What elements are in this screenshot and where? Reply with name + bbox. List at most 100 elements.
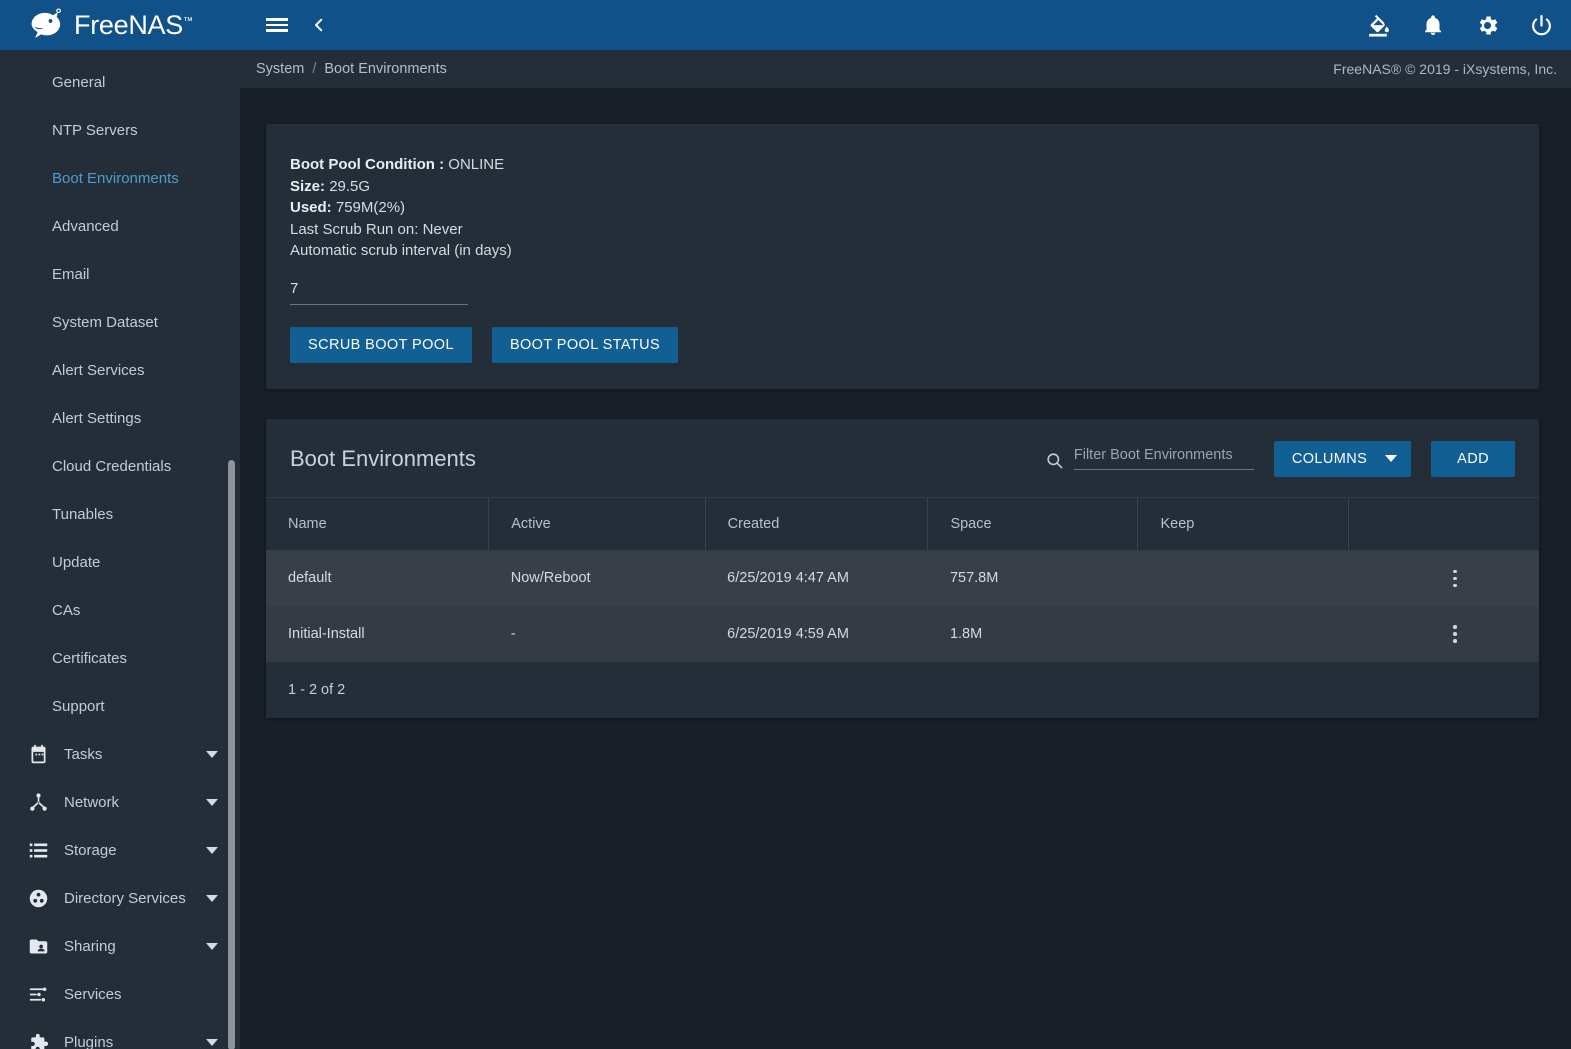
sidebar-scrollbar[interactable] <box>228 460 235 1049</box>
sidebar-item-tunables[interactable]: Tunables <box>0 490 240 538</box>
boot-pool-used-label: Used: <box>290 199 332 216</box>
cell-space: 757.8M <box>927 550 1138 606</box>
shared-folder-icon <box>26 934 50 958</box>
table-row[interactable]: Initial-Install - 6/25/2019 4:59 AM 1.8M <box>266 606 1539 662</box>
sidebar-item-cas[interactable]: CAs <box>0 586 240 634</box>
sidebar-item-alert-settings[interactable]: Alert Settings <box>0 394 240 442</box>
column-header-active[interactable]: Active <box>488 496 706 551</box>
more-vert-icon[interactable] <box>1444 569 1466 587</box>
sidebar-item-label: Advanced <box>52 217 119 235</box>
sidebar-item-label: Directory Services <box>64 889 186 907</box>
sidebar-item-general[interactable]: General <box>0 58 240 106</box>
sidebar-item-alert-services[interactable]: Alert Services <box>0 346 240 394</box>
body-row: General NTP Servers Boot Environments Ad… <box>0 50 1571 1049</box>
chevron-left-icon[interactable] <box>302 8 336 42</box>
sidebar-item-ntp-servers[interactable]: NTP Servers <box>0 106 240 154</box>
chevron-down-icon[interactable] <box>206 750 218 758</box>
chevron-down-icon[interactable] <box>206 894 218 902</box>
trademark-mark: ™ <box>182 15 193 27</box>
column-header-created[interactable]: Created <box>704 496 928 551</box>
sidebar-item-label: Alert Settings <box>52 409 142 427</box>
search-icon[interactable] <box>1045 451 1064 470</box>
boot-pool-last-scrub: Last Scrub Run on: Never <box>290 220 463 238</box>
hamburger-menu-icon[interactable] <box>260 8 294 42</box>
sidebar-item-label: General <box>52 73 106 91</box>
chevron-down-icon[interactable] <box>206 942 218 950</box>
breadcrumb-root[interactable]: System <box>256 61 304 77</box>
chevron-down-icon[interactable] <box>206 846 218 854</box>
sidebar-item-directory-services[interactable]: Directory Services <box>0 874 240 922</box>
sidebar-item-storage[interactable]: Storage <box>0 826 240 874</box>
power-icon[interactable] <box>1527 11 1555 39</box>
sidebar-item-label: Cloud Credentials <box>52 457 172 475</box>
theme-paint-bucket-icon[interactable] <box>1365 11 1393 39</box>
sidebar-item-label: Support <box>52 697 105 715</box>
sidebar-item-label: Update <box>52 553 101 571</box>
scroll-area: Boot Pool Condition : ONLINE Size: 29.5G… <box>240 88 1571 1049</box>
scrub-interval-input[interactable] <box>290 277 468 305</box>
boot-pool-condition: Boot Pool Condition : ONLINE <box>290 154 1515 176</box>
sidebar-item-label: Tunables <box>52 505 114 523</box>
chevron-down-icon[interactable] <box>206 798 218 806</box>
cell-keep <box>1137 606 1348 662</box>
sidebar-item-network[interactable]: Network <box>0 778 240 826</box>
sliders-icon <box>26 982 50 1006</box>
brand-logo-zone[interactable]: FreeNAS™ <box>0 0 240 50</box>
columns-button[interactable]: COLUMNS <box>1273 440 1412 477</box>
column-header-name[interactable]: Name <box>266 496 489 551</box>
boot-pool-condition-label: Boot Pool Condition : <box>290 156 445 173</box>
breadcrumb: System / Boot Environments FreeNAS® © 20… <box>240 50 1571 88</box>
cell-name: default <box>266 550 489 606</box>
column-header-space[interactable]: Space <box>927 496 1138 551</box>
sidebar-item-system-dataset[interactable]: System Dataset <box>0 298 240 346</box>
top-bar-main <box>240 0 1571 50</box>
sidebar-item-advanced[interactable]: Advanced <box>0 202 240 250</box>
sidebar-item-label: Alert Services <box>52 361 145 379</box>
sidebar-item-label: Tasks <box>64 745 103 763</box>
cell-created: 6/25/2019 4:47 AM <box>705 550 928 606</box>
cell-space: 1.8M <box>927 606 1138 662</box>
cell-active: Now/Reboot <box>488 550 706 606</box>
table-toolbar: Boot Environments COLUMNS ADD <box>266 419 1539 497</box>
freenas-fish-logo <box>26 7 66 43</box>
cell-created: 6/25/2019 4:59 AM <box>705 606 928 662</box>
chevron-down-icon <box>1385 455 1398 462</box>
storage-list-icon <box>26 838 50 862</box>
sidebar-item-services[interactable]: Services <box>0 970 240 1018</box>
boot-environments-table: Name Active Created Space Keep default N… <box>266 496 1539 662</box>
sidebar: General NTP Servers Boot Environments Ad… <box>0 50 240 1049</box>
cell-actions <box>1348 606 1539 662</box>
add-button[interactable]: ADD <box>1431 440 1515 477</box>
filter-input[interactable] <box>1073 447 1254 470</box>
cell-actions <box>1348 550 1539 606</box>
sidebar-item-sharing[interactable]: Sharing <box>0 922 240 970</box>
breadcrumb-current: Boot Environments <box>324 61 447 77</box>
chevron-down-icon[interactable] <box>206 1038 218 1046</box>
sidebar-item-label: CAs <box>52 601 81 619</box>
sidebar-item-certificates[interactable]: Certificates <box>0 634 240 682</box>
sidebar-item-boot-environments[interactable]: Boot Environments <box>0 154 240 202</box>
boot-pool-status-button[interactable]: BOOT POOL STATUS <box>491 326 679 363</box>
boot-pool-card: Boot Pool Condition : ONLINE Size: 29.5G… <box>266 124 1539 389</box>
table-row[interactable]: default Now/Reboot 6/25/2019 4:47 AM 757… <box>266 550 1539 606</box>
sidebar-item-plugins[interactable]: Plugins <box>0 1018 240 1049</box>
sidebar-item-cloud-credentials[interactable]: Cloud Credentials <box>0 442 240 490</box>
boot-pool-used-value: 759M(2%) <box>335 199 406 216</box>
settings-gear-icon[interactable] <box>1473 11 1501 39</box>
sidebar-item-email[interactable]: Email <box>0 250 240 298</box>
boot-pool-used: Used: 759M(2%) <box>290 197 1515 219</box>
calendar-icon <box>26 742 50 766</box>
scrub-boot-pool-button[interactable]: SCRUB BOOT POOL <box>290 326 472 363</box>
column-header-keep[interactable]: Keep <box>1137 496 1348 551</box>
scrub-interval-field-wrap <box>290 277 468 305</box>
top-bar: FreeNAS™ <box>0 0 1571 50</box>
table-header-row: Name Active Created Space Keep <box>266 496 1539 551</box>
sidebar-item-tasks[interactable]: Tasks <box>0 730 240 778</box>
sidebar-item-label: NTP Servers <box>52 121 138 139</box>
sidebar-item-support[interactable]: Support <box>0 682 240 730</box>
sidebar-item-update[interactable]: Update <box>0 538 240 586</box>
sidebar-item-label: Services <box>64 985 122 1003</box>
notifications-bell-icon[interactable] <box>1419 11 1447 39</box>
cell-active: - <box>488 606 706 662</box>
more-vert-icon[interactable] <box>1444 625 1466 643</box>
